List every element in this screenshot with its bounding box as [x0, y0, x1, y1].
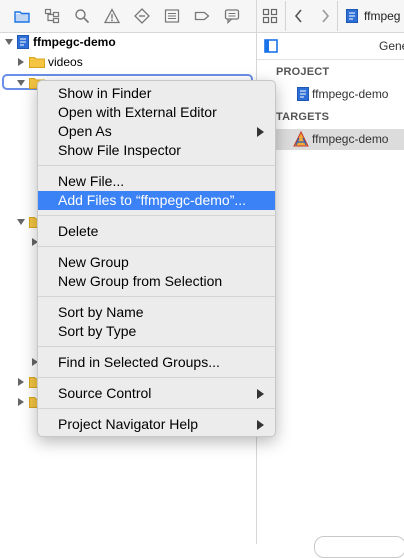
section-header-project: PROJECT — [276, 66, 330, 78]
menu-item-delete[interactable]: Delete — [38, 222, 275, 241]
menu-item-source-control[interactable]: Source Control — [38, 384, 275, 403]
menu-separator — [38, 377, 275, 378]
menu-item-open-as-label: Open As — [58, 123, 112, 139]
disclosure-expanded-icon[interactable] — [16, 78, 26, 88]
project-file-icon — [297, 87, 309, 101]
submenu-arrow-icon — [257, 420, 264, 430]
menu-item-find-in-selected-groups[interactable]: Find in Selected Groups... — [38, 353, 275, 372]
menu-separator — [38, 408, 275, 409]
breadcrumb-project[interactable]: ffmpeg — [364, 9, 400, 23]
tree-row-hidden[interactable] — [0, 393, 45, 411]
menu-separator — [38, 296, 275, 297]
target-item-label: ffmpegc-demo — [312, 132, 389, 146]
project-file-icon — [346, 9, 358, 23]
menu-separator — [38, 346, 275, 347]
editor-jump-bar: ffmpeg — [257, 0, 404, 33]
menu-item-project-navigator-help-label: Project Navigator Help — [58, 416, 199, 432]
menu-item-source-control-label: Source Control — [58, 385, 152, 401]
menu-item-add-files[interactable]: Add Files to “ffmpegc-demo”... — [38, 191, 275, 210]
search-icon[interactable] — [74, 8, 90, 24]
list-icon[interactable] — [164, 8, 180, 24]
list-item-project[interactable]: ffmpegc-demo — [257, 84, 404, 104]
test-diamond-icon[interactable] — [134, 8, 150, 24]
menu-item-show-in-finder[interactable]: Show in Finder — [38, 84, 275, 103]
disclosure-expanded-icon[interactable] — [16, 217, 26, 227]
menu-separator — [38, 215, 275, 216]
folder-icon[interactable] — [14, 8, 30, 24]
tree-row-hidden[interactable] — [0, 353, 40, 371]
divider — [285, 1, 286, 31]
divider — [337, 1, 338, 31]
submenu-arrow-icon — [257, 127, 264, 137]
filter-field[interactable] — [314, 536, 404, 558]
editor-sub-bar: Gene — [257, 33, 404, 60]
menu-item-new-group-from-selection[interactable]: New Group from Selection — [38, 272, 275, 291]
disclosure-expanded-icon[interactable] — [4, 37, 14, 47]
navigator-toolbar — [0, 0, 256, 33]
disclosure-collapsed-icon[interactable] — [16, 377, 26, 387]
tree-label-videos: videos — [48, 55, 83, 69]
menu-item-show-file-inspector[interactable]: Show File Inspector — [38, 141, 275, 160]
menu-item-open-with-external-editor[interactable]: Open with External Editor — [38, 103, 275, 122]
sidebar-toggle-icon[interactable] — [264, 39, 278, 53]
folder-icon — [29, 56, 45, 68]
disclosure-collapsed-icon[interactable] — [16, 397, 26, 407]
forward-chevron-icon[interactable] — [319, 8, 331, 24]
menu-item-open-as[interactable]: Open As — [38, 122, 275, 141]
tree-row-hidden[interactable] — [0, 213, 45, 231]
project-item-label: ffmpegc-demo — [312, 87, 389, 101]
menu-separator — [38, 165, 275, 166]
submenu-arrow-icon — [257, 389, 264, 399]
back-chevron-icon[interactable] — [293, 8, 305, 24]
tree-row-hidden[interactable] — [0, 233, 40, 251]
tag-icon[interactable] — [194, 8, 210, 24]
app-target-icon — [293, 130, 309, 147]
project-file-icon — [17, 35, 29, 49]
tree-row-hidden[interactable] — [0, 373, 45, 391]
menu-item-new-file[interactable]: New File... — [38, 172, 275, 191]
tree-row-videos[interactable]: videos — [0, 53, 256, 71]
menu-separator — [38, 246, 275, 247]
disclosure-collapsed-icon[interactable] — [16, 57, 26, 67]
hierarchy-icon[interactable] — [44, 8, 60, 24]
editor-area: ffmpeg Gene PROJECT ffmpegc-demo TARGETS… — [257, 0, 404, 558]
grid-icon[interactable] — [262, 8, 278, 24]
comment-icon[interactable] — [224, 8, 240, 24]
menu-item-new-group[interactable]: New Group — [38, 253, 275, 272]
project-name: ffmpegc-demo — [33, 35, 116, 49]
list-item-target[interactable]: ffmpegc-demo — [257, 129, 404, 150]
warning-icon[interactable] — [104, 8, 120, 24]
tab-general[interactable]: Gene — [379, 39, 404, 53]
menu-item-sort-by-name[interactable]: Sort by Name — [38, 303, 275, 322]
menu-item-sort-by-type[interactable]: Sort by Type — [38, 322, 275, 341]
menu-item-project-navigator-help[interactable]: Project Navigator Help — [38, 415, 275, 434]
project-row[interactable]: ffmpegc-demo — [0, 33, 256, 51]
context-menu: Show in Finder Open with External Editor… — [37, 80, 276, 437]
section-header-targets: TARGETS — [276, 111, 330, 123]
